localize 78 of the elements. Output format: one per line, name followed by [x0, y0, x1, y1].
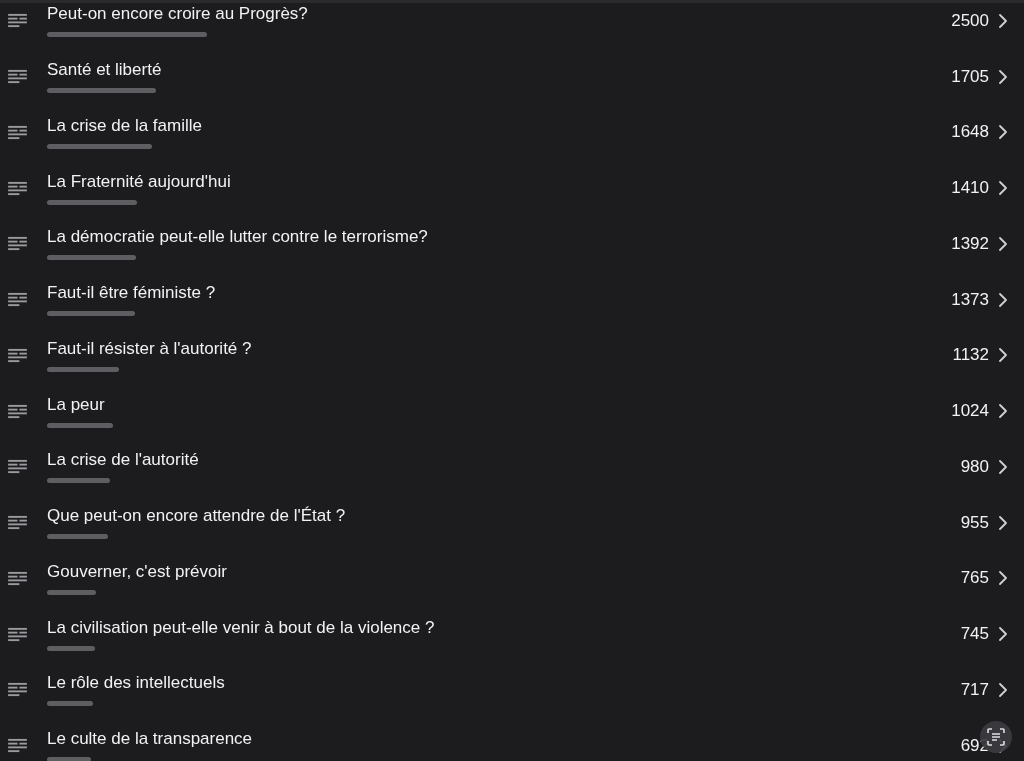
list-row[interactable]: Santé et liberté 1705 — [0, 48, 1024, 105]
count: 955 — [960, 512, 989, 533]
list-row[interactable]: Gouverner, c'est prévoir 765 — [0, 550, 1024, 607]
list-row[interactable]: Le culte de la transparence 692 — [0, 717, 1024, 761]
topic-title: La crise de l'autorité — [47, 450, 199, 471]
text-lines-icon — [8, 69, 27, 85]
topic-title: La peur — [47, 394, 105, 415]
popularity-bar — [47, 701, 93, 707]
chevron-icon — [999, 236, 1007, 251]
count: 1392 — [951, 233, 989, 254]
count: 717 — [960, 679, 989, 700]
list-row[interactable]: La démocratie peut-elle lutter contre le terrorisme? 1392 — [0, 216, 1024, 272]
text-lines-icon — [8, 347, 27, 363]
chevron-icon — [999, 13, 1007, 28]
count: 2500 — [951, 10, 989, 31]
count: 980 — [960, 456, 989, 477]
text-lines-icon — [8, 124, 27, 140]
chevron-icon — [999, 682, 1007, 697]
text-lines-icon — [8, 236, 27, 252]
text-lines-icon — [8, 682, 27, 698]
text-lines-icon — [8, 180, 27, 196]
count: 1410 — [951, 178, 989, 199]
count: 1373 — [951, 289, 989, 310]
chevron-icon — [999, 627, 1007, 642]
count: 745 — [960, 624, 989, 645]
text-lines-icon — [8, 459, 27, 475]
list-row[interactable]: Peut-on encore croire au Progrès? 2500 — [0, 0, 1024, 49]
text-scan-icon — [986, 727, 1006, 747]
popularity-bar — [47, 422, 113, 428]
topic-title: La civilisation peut-elle venir à bout de la violence ? — [47, 617, 435, 638]
topic-title: Peut-on encore croire au Progrès? — [47, 4, 308, 25]
list-row[interactable]: La crise de l'autorité 980 — [0, 439, 1024, 495]
chevron-icon — [999, 348, 1007, 363]
popularity-bar — [47, 757, 91, 761]
topic-title: Gouverner, c'est prévoir — [47, 561, 227, 582]
text-lines-icon — [8, 738, 27, 754]
chevron-icon — [999, 181, 1007, 196]
text-lines-icon — [8, 570, 27, 586]
list-row[interactable]: La peur 1024 — [0, 383, 1024, 439]
list-row[interactable]: Que peut-on encore attendre de l'État ? 955 — [0, 494, 1024, 551]
topic-title: Faut-il résister à l'autorité ? — [47, 338, 252, 359]
topic-title: Que peut-on encore attendre de l'État ? — [47, 506, 346, 527]
chevron-icon — [999, 404, 1007, 419]
topic-title: La Fraternité aujourd'hui — [47, 171, 231, 192]
popularity-bar — [47, 366, 119, 372]
count: 1024 — [951, 401, 989, 422]
list-row[interactable]: Le rôle des intellectuels 717 — [0, 662, 1024, 718]
popularity-bar — [47, 478, 110, 484]
popularity-bar — [47, 589, 96, 595]
list-row[interactable]: Faut-il résister à l'autorité ? 1132 — [0, 327, 1024, 384]
topic-title: Faut-il être féministe ? — [47, 283, 216, 304]
count: 1705 — [951, 66, 989, 87]
text-lines-icon — [8, 13, 27, 29]
topic-title: La crise de la famille — [47, 115, 202, 136]
text-lines-icon — [8, 403, 27, 419]
text-lines-icon — [8, 626, 27, 642]
list-row[interactable]: La crise de la famille 1648 — [0, 104, 1024, 161]
chevron-icon — [999, 69, 1007, 84]
chevron-icon — [999, 125, 1007, 140]
text-lines-icon — [8, 292, 27, 308]
list-row[interactable]: La civilisation peut-elle venir à bout de la violence ? 745 — [0, 606, 1024, 662]
topic-title: Le rôle des intellectuels — [47, 673, 225, 694]
count: 1648 — [951, 122, 989, 143]
popularity-bar — [47, 645, 95, 651]
popularity-bar — [47, 534, 108, 540]
topic-title: Santé et liberté — [47, 60, 162, 81]
chevron-icon — [999, 459, 1007, 474]
list-row[interactable]: Faut-il être féministe ? 1373 — [0, 271, 1024, 328]
count: 765 — [960, 568, 989, 589]
text-lines-icon — [8, 515, 27, 531]
chevron-icon — [999, 571, 1007, 586]
chevron-icon — [999, 292, 1007, 307]
chevron-icon — [999, 515, 1007, 530]
topic-title: La démocratie peut-elle lutter contre le terrorisme? — [47, 227, 428, 248]
list-row[interactable]: La Fraternité aujourd'hui 1410 — [0, 160, 1024, 216]
count: 1132 — [952, 345, 989, 366]
topic-title: Le culte de la transparence — [47, 729, 253, 750]
count: 692 — [960, 735, 989, 756]
